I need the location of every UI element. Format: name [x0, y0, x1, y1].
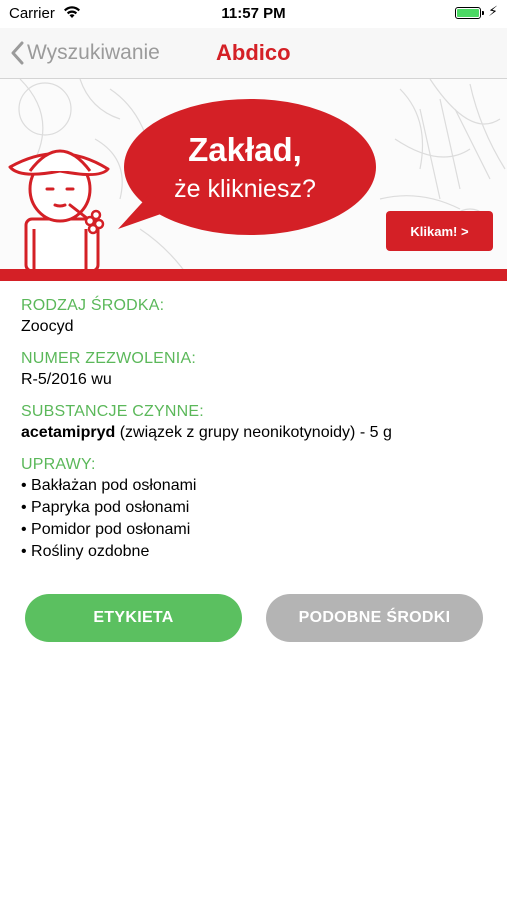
navigation-bar: Wyszukiwanie Abdico — [0, 28, 507, 79]
crop-item: • Rośliny ozdobne — [21, 543, 150, 560]
label-button[interactable]: ETYKIETA — [25, 594, 242, 642]
banner-headline: Zakład, — [188, 131, 302, 168]
substances-label: SUBSTANCJE CZYNNE: — [21, 403, 204, 420]
banner-cta-button[interactable]: Klikam! > — [386, 211, 493, 251]
crops-list: • Bakłażan pod osłonami • Papryka pod os… — [21, 475, 491, 563]
crop-item: • Pomidor pod osłonami — [21, 521, 191, 538]
substance-name: acetamipryd — [21, 424, 116, 441]
substance-value: acetamipryd (związek z grupy neonikotyno… — [21, 422, 491, 444]
crops-label: UPRAWY: — [21, 456, 96, 473]
type-value: Zoocyd — [21, 318, 74, 335]
substance-detail: (związek z grupy neonikotynoidy) - 5 g — [115, 424, 392, 441]
permit-label: NUMER ZEZWOLENIA: — [21, 350, 196, 367]
banner-subline: że klikniesz? — [174, 175, 316, 203]
similar-products-button[interactable]: PODOBNE ŚRODKI — [266, 594, 483, 642]
crop-item: • Papryka pod osłonami — [21, 499, 190, 516]
crop-item: • Bakłażan pod osłonami — [21, 477, 197, 494]
charging-icon: ⚡ — [488, 3, 498, 19]
back-button-label: Wyszukiwanie — [27, 41, 160, 64]
chevron-left-icon — [11, 41, 24, 65]
clock: 11:57 PM — [221, 5, 286, 22]
permit-value: R-5/2016 wu — [21, 371, 112, 388]
type-label: RODZAJ ŚRODKA: — [21, 297, 165, 314]
battery-icon — [455, 7, 484, 19]
page-title: Abdico — [216, 40, 291, 65]
banner-red-stripe — [0, 269, 507, 281]
back-button[interactable]: Wyszukiwanie — [10, 37, 160, 69]
product-details: RODZAJ ŚRODKA: Zoocyd NUMER ZEZWOLENIA: … — [21, 296, 491, 563]
ad-banner[interactable]: Zakład, że klikniesz? Klikam! > — [0, 79, 507, 281]
status-bar: Carrier 11:57 PM ⚡ — [0, 0, 507, 28]
